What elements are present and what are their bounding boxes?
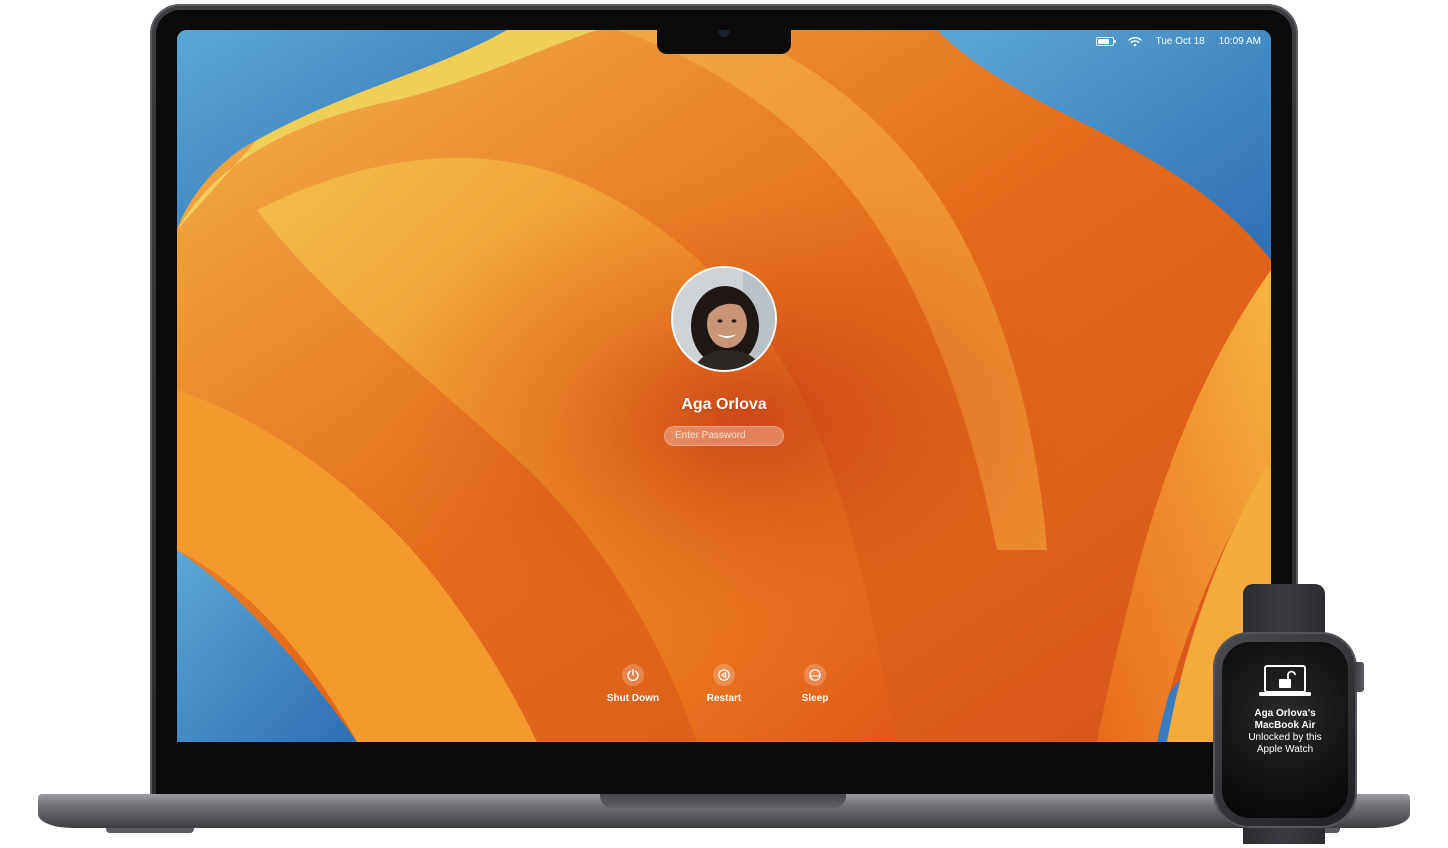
login-panel: Aga Orlova Enter Password (177, 266, 1271, 446)
restart-button[interactable]: Restart (696, 664, 753, 704)
restart-icon (713, 664, 735, 686)
user-avatar[interactable] (671, 266, 777, 372)
digital-crown[interactable] (1354, 662, 1364, 692)
watch-title-line-2: MacBook Air (1254, 720, 1316, 731)
menu-bar-date[interactable]: Tue Oct 18 (1156, 36, 1205, 47)
watch-subtitle-line-1: Unlocked by this (1248, 732, 1322, 743)
sleep-label: Sleep (801, 693, 829, 704)
password-field[interactable]: Enter Password (664, 426, 784, 446)
watch-subtitle-line-2: Apple Watch (1256, 744, 1314, 755)
power-controls: Shut Down Restart Sleep (177, 664, 1271, 704)
user-name: Aga Orlova (681, 396, 767, 413)
camera-icon (720, 30, 728, 36)
menu-bar-time[interactable]: 10:09 AM (1219, 36, 1261, 47)
sleep-icon (804, 664, 826, 686)
watch-title-line-1: Aga Orlova's (1254, 708, 1316, 719)
power-icon (622, 664, 644, 686)
user-photo (673, 268, 775, 370)
screen-chin (158, 742, 1290, 794)
unlocked-laptop-icon (1259, 665, 1311, 696)
shut-down-button[interactable]: Shut Down (605, 664, 662, 704)
shut-down-label: Shut Down (606, 693, 660, 704)
watch-device-name: Aga Orlova's MacBook Air (1230, 708, 1340, 732)
left-foot (106, 828, 194, 833)
lid-opening-notch (600, 794, 846, 808)
apple-watch-screen: Aga Orlova's MacBook Air Unlocked by thi… (1222, 642, 1348, 818)
macbook-screen: Tue Oct 18 10:09 AM Aga Orlova Enter Pas… (177, 30, 1271, 742)
wifi-icon[interactable] (1127, 36, 1142, 47)
watch-unlock-message: Unlocked by this Apple Watch (1230, 732, 1340, 756)
menu-bar-status: Tue Oct 18 10:09 AM (1095, 30, 1261, 52)
sleep-button[interactable]: Sleep (787, 664, 844, 704)
battery-icon[interactable] (1095, 36, 1116, 46)
restart-label: Restart (706, 693, 742, 704)
camera-notch (657, 30, 791, 54)
